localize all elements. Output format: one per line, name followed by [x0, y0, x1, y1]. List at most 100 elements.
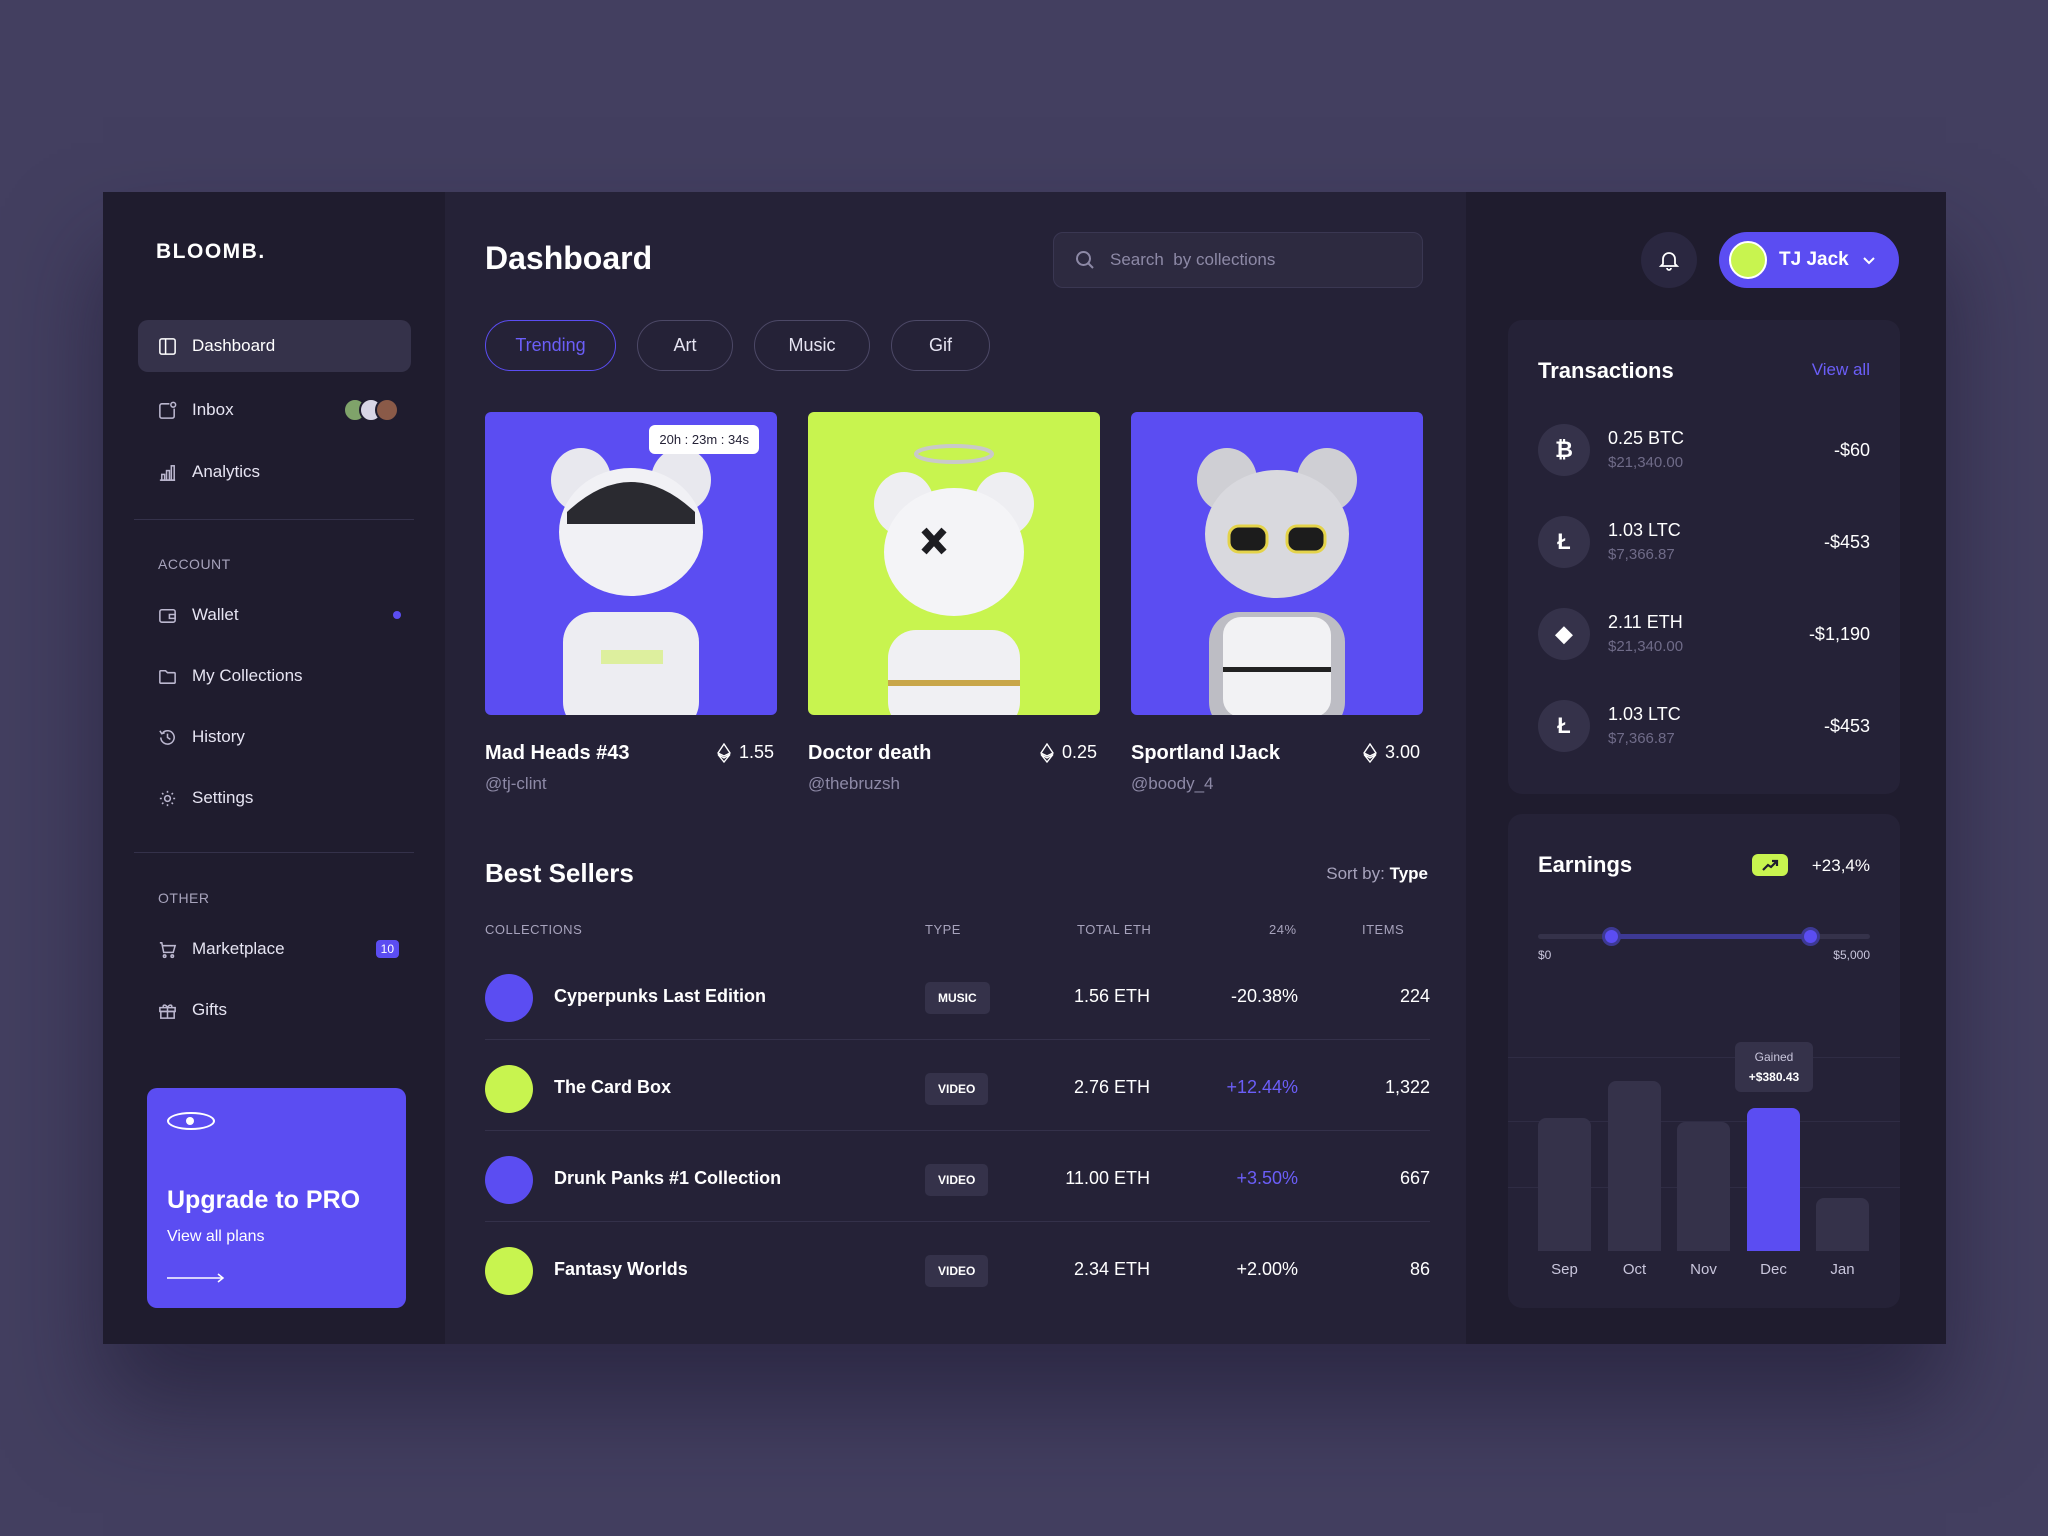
range-slider-fill	[1611, 934, 1811, 939]
nft-price-value: 0.25	[1062, 742, 1098, 762]
total-eth: 1.56 ETH	[1073, 986, 1150, 1006]
sort-dropdown[interactable]: Sort by: Type	[1326, 864, 1428, 884]
items-count: 86	[1409, 1259, 1430, 1279]
collection-avatar	[485, 1247, 533, 1295]
range-slider-min-handle[interactable]	[1602, 927, 1622, 946]
collection-avatar	[485, 1156, 533, 1204]
nft-title[interactable]: Mad Heads #43	[485, 742, 630, 765]
sidebar-item-inbox[interactable]: Inbox	[138, 384, 411, 436]
sidebar-item-wallet[interactable]: Wallet	[138, 589, 411, 641]
chart-bar-oct[interactable]	[1608, 1081, 1661, 1251]
upgrade-promo-card[interactable]: Upgrade to PRO View all plans	[147, 1088, 406, 1308]
sidebar-item-label: My Collections	[192, 666, 303, 685]
nft-image[interactable]	[808, 412, 1100, 715]
page-title: Dashboard	[485, 240, 653, 276]
transaction-usd: $21,340.00	[1608, 638, 1684, 655]
search-input[interactable]	[1110, 250, 1390, 270]
user-name: TJ Jack	[1779, 249, 1849, 270]
arrow-right-icon[interactable]	[167, 1272, 225, 1284]
cart-icon	[156, 938, 178, 960]
transactions-panel: Transactions View all ₿ 0.25 BTC $21,340…	[1508, 320, 1900, 794]
tab-trending[interactable]: Trending	[485, 320, 616, 371]
transaction-usd: $7,366.87	[1608, 546, 1675, 563]
chart-bar-jan[interactable]	[1816, 1198, 1869, 1251]
sidebar-item-label: History	[192, 727, 245, 746]
sort-value: Type	[1389, 864, 1428, 883]
table-row[interactable]: Drunk Panks #1 Collection VIDEO 11.00 ET…	[485, 1132, 1430, 1222]
sidebar-item-dashboard[interactable]: Dashboard	[138, 320, 411, 372]
chart-bar-dec[interactable]	[1747, 1108, 1800, 1251]
best-sellers-table: Cyperpunks Last Edition MUSIC 1.56 ETH -…	[445, 950, 1466, 1320]
chart-month-label: Nov	[1690, 1261, 1717, 1278]
transaction-item[interactable]: Ł 1.03 LTC $7,366.87 -$453	[1538, 516, 1870, 572]
nft-title[interactable]: Doctor death	[808, 742, 931, 765]
main-content: Dashboard Trending Art Music Gif 20h : 2…	[445, 192, 1466, 1344]
avatar	[1729, 241, 1767, 279]
notifications-button[interactable]	[1641, 232, 1697, 288]
sidebar-item-marketplace[interactable]: Marketplace 10	[138, 923, 411, 975]
bell-icon	[1658, 252, 1680, 271]
best-sellers-title: Best Sellers	[485, 858, 634, 888]
table-row[interactable]: The Card Box VIDEO 2.76 ETH +12.44% 1,32…	[485, 1041, 1430, 1131]
nft-image[interactable]: 20h : 23m : 34s	[485, 412, 777, 715]
search-box[interactable]	[1053, 232, 1423, 288]
tab-art[interactable]: Art	[637, 320, 733, 371]
inbox-icon	[156, 399, 178, 421]
collection-avatar	[485, 1065, 533, 1113]
chart-bar-nov[interactable]	[1677, 1122, 1730, 1251]
sidebar-item-history[interactable]: History	[138, 711, 411, 763]
transaction-change: -$60	[1833, 440, 1870, 460]
tooltip-label: Gained	[1754, 1050, 1794, 1064]
view-plans-link[interactable]: View all plans	[167, 1228, 265, 1246]
nft-creator[interactable]: @tj-clint	[485, 774, 547, 794]
transaction-change: -$1,190	[1808, 624, 1870, 644]
sidebar-item-label: Wallet	[192, 605, 239, 624]
nft-title[interactable]: Sportland IJack	[1131, 742, 1280, 765]
transaction-amount: 1.03 LTC	[1608, 704, 1681, 724]
nft-creator[interactable]: @thebruzsh	[808, 774, 900, 794]
transaction-change: -$453	[1823, 716, 1870, 736]
range-slider-max-handle[interactable]	[1801, 927, 1821, 946]
view-all-link[interactable]: View all	[1812, 360, 1870, 380]
transaction-item[interactable]: ◆ 2.11 ETH $21,340.00 -$1,190	[1538, 608, 1870, 664]
chart-bar-sep[interactable]	[1538, 1118, 1591, 1251]
right-panel: TJ Jack Transactions View all ₿ 0.25 BTC…	[1466, 192, 1946, 1344]
folder-icon	[156, 665, 178, 687]
eye-icon	[167, 1112, 215, 1130]
chart-month-label: Dec	[1760, 1261, 1787, 1278]
sidebar-item-gifts[interactable]: Gifts	[138, 984, 411, 1036]
nft-creator[interactable]: @boody_4	[1131, 774, 1214, 794]
bear-figure-image	[1197, 448, 1357, 715]
range-slider[interactable]	[1538, 927, 1870, 946]
bear-figure-image	[551, 448, 711, 715]
transaction-amount: 1.03 LTC	[1608, 520, 1681, 540]
transaction-item[interactable]: ₿ 0.25 BTC $21,340.00 -$60	[1538, 424, 1870, 480]
type-badge: VIDEO	[925, 1255, 989, 1287]
earnings-change: +23,4%	[1811, 856, 1870, 875]
nft-image[interactable]	[1131, 412, 1423, 715]
ethereum-icon	[1040, 742, 1054, 763]
change-percent: +12.44%	[1226, 1077, 1298, 1097]
account-section-label: ACCOUNT	[158, 556, 231, 572]
chart-gridline	[1508, 1057, 1900, 1058]
litecoin-icon: Ł	[1538, 700, 1590, 752]
user-menu-button[interactable]: TJ Jack	[1719, 232, 1899, 288]
collection-name: The Card Box	[554, 1077, 672, 1097]
sidebar-item-settings[interactable]: Settings	[138, 772, 411, 824]
change-percent: +3.50%	[1236, 1168, 1298, 1188]
marketplace-badge: 10	[375, 940, 399, 958]
table-row[interactable]: Fantasy Worlds VIDEO 2.34 ETH +2.00% 86	[485, 1223, 1430, 1313]
transaction-item[interactable]: Ł 1.03 LTC $7,366.87 -$453	[1538, 700, 1870, 756]
sidebar-item-label: Inbox	[192, 400, 234, 419]
sidebar-item-analytics[interactable]: Analytics	[138, 446, 411, 498]
tab-music[interactable]: Music	[754, 320, 870, 371]
trend-up-badge	[1752, 854, 1788, 876]
table-row[interactable]: Cyperpunks Last Edition MUSIC 1.56 ETH -…	[485, 950, 1430, 1040]
notification-dot	[393, 611, 401, 619]
sidebar-item-label: Marketplace	[192, 939, 285, 958]
history-icon	[156, 726, 178, 748]
sidebar-item-my-collections[interactable]: My Collections	[138, 650, 411, 702]
tab-gif[interactable]: Gif	[891, 320, 990, 371]
ethereum-icon	[1363, 742, 1377, 763]
total-eth: 2.34 ETH	[1073, 1259, 1150, 1279]
